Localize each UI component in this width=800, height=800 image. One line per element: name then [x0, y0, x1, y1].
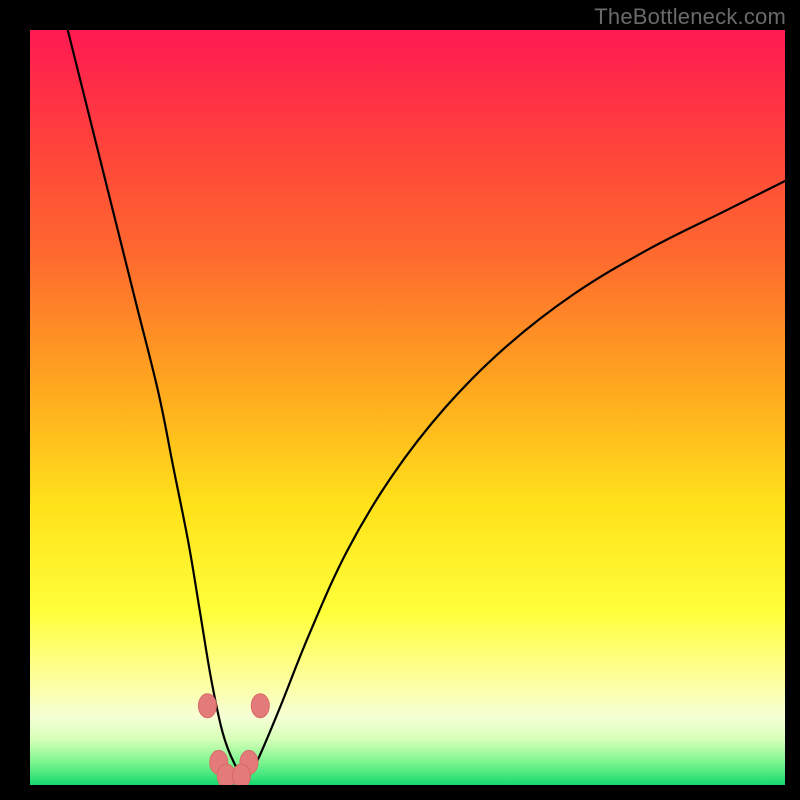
curve-marker: [251, 694, 269, 718]
curve-markers: [198, 694, 269, 785]
curve-layer: [30, 30, 785, 785]
chart-frame: TheBottleneck.com: [0, 0, 800, 800]
bottleneck-curve: [68, 30, 785, 777]
curve-marker: [232, 764, 250, 785]
plot-area: [30, 30, 785, 785]
curve-marker: [198, 694, 216, 718]
watermark-text: TheBottleneck.com: [594, 4, 786, 30]
